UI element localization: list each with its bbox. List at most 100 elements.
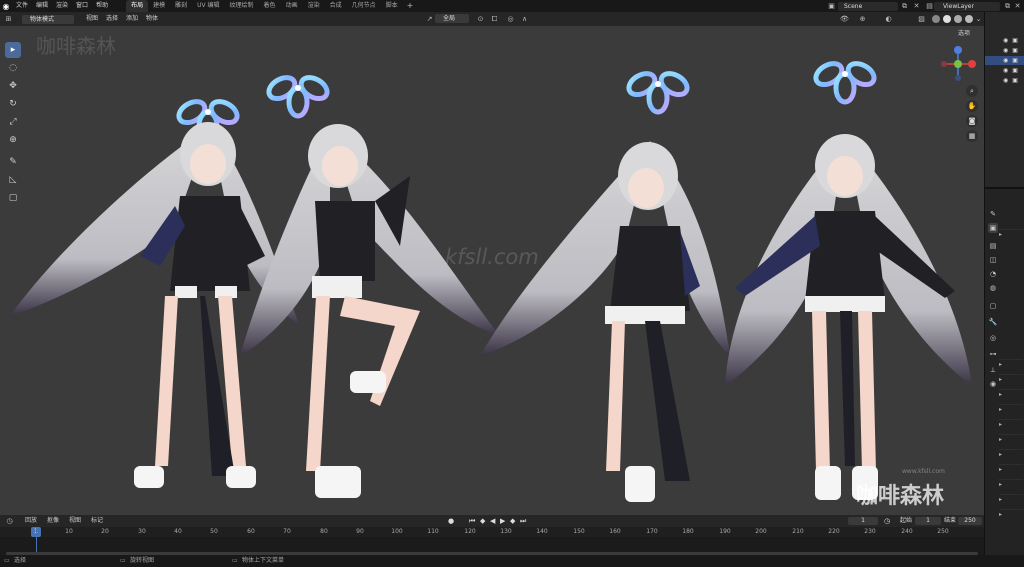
camera-icon[interactable]: ▣ (1012, 37, 1018, 44)
menu-file[interactable]: 文件 (12, 0, 32, 12)
property-panel-row[interactable]: ▸ (999, 374, 1023, 383)
editor-type-icon[interactable]: ⊞ (4, 15, 13, 24)
menu-select[interactable]: 选择 (102, 12, 122, 26)
gizmo-toggle-icon[interactable]: ⊕ (858, 15, 867, 24)
prev-keyframe-icon[interactable]: ◆ (480, 517, 485, 525)
menu-edit[interactable]: 编辑 (32, 0, 52, 12)
jump-end-icon[interactable]: ⏭ (520, 517, 526, 525)
timeline-ruler[interactable]: 1 10 20 30 40 50 60 70 80 90 100 110 120… (0, 527, 984, 537)
rendered-shading-button[interactable] (965, 15, 973, 23)
scene-browse-icon[interactable]: ⧉ (900, 2, 909, 11)
material-shading-button[interactable] (954, 15, 962, 23)
move-icon[interactable]: ✥ (5, 78, 21, 94)
tab-geometry-nodes[interactable]: 几何节点 (347, 0, 381, 12)
outliner-row[interactable]: ◉ ▣ (985, 46, 1024, 55)
character-model-4[interactable] (725, 134, 972, 500)
menu-render[interactable]: 渲染 (52, 0, 72, 12)
tab-rendering[interactable]: 渲染 (303, 0, 325, 12)
eye-icon[interactable]: ◉ (1003, 67, 1008, 74)
add-workspace-button[interactable]: + (403, 0, 418, 12)
physics-properties-icon[interactable]: ◎ (988, 333, 998, 343)
output-properties-icon[interactable]: ▤ (988, 241, 998, 251)
tab-animation[interactable]: 动画 (281, 0, 303, 12)
property-panel-row[interactable]: ▸ (999, 404, 1023, 413)
visibility-icon[interactable]: 👁 (840, 15, 849, 24)
overlay-toggle-icon[interactable]: ◐ (884, 15, 893, 24)
viewlayer-selector[interactable]: ViewLayer (934, 2, 1000, 11)
tab-sculpting[interactable]: 雕刻 (170, 0, 192, 12)
tab-layout[interactable]: 布局 (126, 0, 149, 12)
property-panel-row[interactable]: ▸ (999, 464, 1023, 473)
add-cube-icon[interactable]: ▢ (5, 190, 21, 206)
tab-shading[interactable]: 着色 (259, 0, 281, 12)
material-properties-icon[interactable]: ◉ (988, 379, 998, 389)
object-mode-selector[interactable]: 物体模式 (22, 14, 74, 24)
scale-icon[interactable]: ⤢ (5, 114, 21, 130)
menu-view[interactable]: 视图 (82, 12, 102, 26)
jump-start-icon[interactable]: ⏮ (469, 517, 475, 525)
menu-keying[interactable]: 抠像 (42, 515, 64, 527)
modifier-properties-icon[interactable]: 🔧 (988, 317, 998, 327)
options-dropdown[interactable]: 选项 (958, 28, 970, 37)
shading-options-icon[interactable]: ⌄ (974, 15, 983, 24)
scene-icon[interactable]: ▣ (827, 2, 836, 11)
menu-help[interactable]: 帮助 (92, 0, 112, 12)
timeline-editor-icon[interactable]: ◷ (5, 517, 14, 526)
eye-icon[interactable]: ◉ (1003, 37, 1008, 44)
camera-icon[interactable]: ▣ (1012, 77, 1018, 84)
outliner-row[interactable]: ◉ ▣ (985, 66, 1024, 75)
menu-timeline-view[interactable]: 视图 (64, 515, 86, 527)
tool-properties-icon[interactable]: ✎ (988, 209, 998, 219)
property-panel-row[interactable]: ▸ (999, 494, 1023, 503)
camera-icon[interactable]: ▣ (1012, 57, 1018, 64)
menu-marker[interactable]: 标记 (86, 515, 108, 527)
tab-compositing[interactable]: 合成 (325, 0, 347, 12)
blender-logo-icon[interactable]: ◉ (0, 0, 12, 12)
object-properties-icon[interactable]: ▢ (988, 301, 998, 311)
scene-properties-icon[interactable]: ◔ (988, 269, 998, 279)
zoom-icon[interactable]: ⌕ (966, 85, 978, 97)
proportional-edit-icon[interactable]: ◎ (506, 15, 515, 24)
menu-window[interactable]: 窗口 (72, 0, 92, 12)
outliner-row[interactable]: ◉ ▣ (985, 76, 1024, 85)
world-properties-icon[interactable]: ◍ (988, 283, 998, 293)
property-panel-row[interactable]: ▸ (999, 449, 1023, 458)
pivot-icon[interactable]: ⊙ (476, 15, 485, 24)
eye-icon[interactable]: ◉ (1003, 47, 1008, 54)
rotate-icon[interactable]: ↻ (5, 96, 21, 112)
viewlayer-delete-icon[interactable]: ✕ (1013, 2, 1022, 11)
menu-add[interactable]: 添加 (122, 12, 142, 26)
menu-object[interactable]: 物体 (142, 12, 162, 26)
annotate-icon[interactable]: ✎ (5, 154, 21, 170)
tab-texture-paint[interactable]: 纹理绘制 (225, 0, 259, 12)
play-icon[interactable]: ▶ (500, 517, 505, 525)
select-box-icon[interactable]: ▸ (5, 42, 21, 58)
character-model-2[interactable] (240, 124, 500, 498)
tab-uv-editing[interactable]: UV 编辑 (192, 0, 224, 12)
eye-icon[interactable]: ◉ (1003, 77, 1008, 84)
camera-icon[interactable]: ▣ (1012, 67, 1018, 74)
property-panel-row[interactable]: ▸ (999, 479, 1023, 488)
grid-toggle-icon[interactable]: ▦ (966, 130, 978, 142)
pan-hand-icon[interactable]: ✋ (966, 100, 978, 112)
camera-view-icon[interactable]: ◙ (966, 115, 978, 127)
outliner-row-selected[interactable]: ◉ ▣ (985, 56, 1024, 65)
xray-toggle-icon[interactable]: ▨ (917, 15, 926, 24)
tab-scripting[interactable]: 脚本 (381, 0, 403, 12)
property-panel-row[interactable]: ▸ (999, 359, 1023, 368)
camera-icon[interactable]: ▣ (1012, 47, 1018, 54)
transform-orientation-selector[interactable]: 全局 (435, 14, 469, 23)
current-frame-field[interactable]: 1 (848, 517, 878, 525)
solid-shading-button[interactable] (943, 15, 951, 23)
render-properties-icon[interactable]: ▣ (988, 223, 998, 233)
snap-icon[interactable]: ⧠ (490, 15, 499, 24)
viewlayer-browse-icon[interactable]: ⧉ (1003, 2, 1012, 11)
constraint-properties-icon[interactable]: ⊶ (988, 349, 998, 359)
scene-selector[interactable]: Scene (838, 2, 898, 11)
character-model-3[interactable] (480, 141, 730, 502)
property-panel-row[interactable]: ▸ (999, 434, 1023, 443)
cursor-icon[interactable]: ◌ (5, 60, 21, 76)
measure-icon[interactable]: ◺ (5, 172, 21, 188)
property-panel-row[interactable]: ▸ (999, 509, 1023, 518)
next-keyframe-icon[interactable]: ◆ (510, 517, 515, 525)
